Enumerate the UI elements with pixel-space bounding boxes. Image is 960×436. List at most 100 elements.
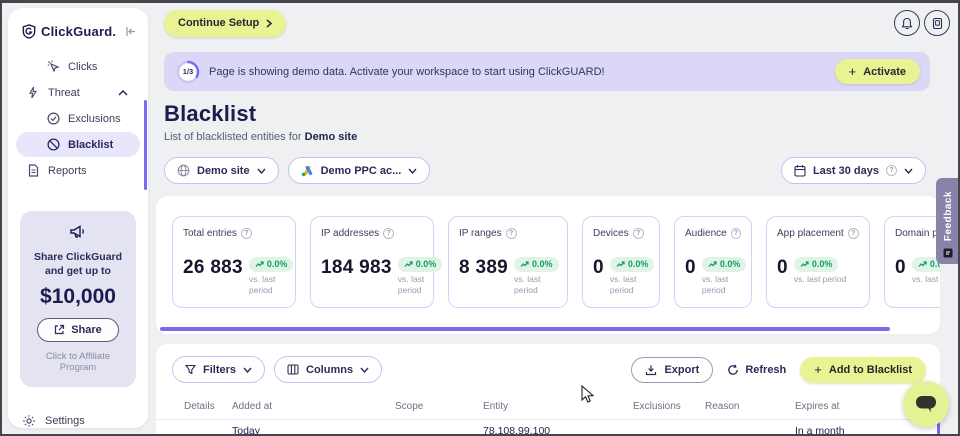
funnel-icon: [185, 364, 196, 375]
stat-vs: vs. last period: [398, 274, 424, 295]
chevron-down-icon: [408, 168, 417, 174]
column-header[interactable]: Reason: [705, 401, 795, 412]
ppc-account-select[interactable]: Demo PPC ac...: [288, 157, 431, 184]
demo-data-banner: 1/3 Page is showing demo data. Activate …: [164, 52, 930, 91]
docs-button[interactable]: [924, 10, 950, 36]
column-header[interactable]: Scope: [395, 401, 483, 412]
help-icon: ?: [886, 165, 897, 176]
promo-amount: $10,000: [28, 285, 128, 309]
feedback-tab[interactable]: Feedback: [936, 178, 960, 264]
feedback-icon: [943, 248, 953, 258]
trend-up-icon: [520, 261, 529, 268]
affiliate-promo-card[interactable]: Share ClickGuard and get up to $10,000 S…: [20, 211, 136, 387]
info-icon: ?: [241, 228, 252, 239]
sidebar-nav: Clicks Threat Exclusions Blacklist: [8, 54, 148, 183]
share-label: Share: [71, 324, 102, 336]
column-header[interactable]: Added at: [232, 401, 395, 412]
export-button[interactable]: Export: [631, 357, 713, 383]
brand-name: ClickGuard.: [41, 24, 119, 39]
date-range-select[interactable]: Last 30 days ?: [781, 157, 926, 184]
blacklist-table-panel: Filters Columns Export Refresh +: [156, 344, 940, 436]
collapse-sidebar-icon[interactable]: [124, 25, 138, 39]
block-icon: [46, 138, 60, 152]
chevron-down-icon: [360, 367, 369, 373]
sidebar-scrollbar[interactable]: [144, 100, 147, 190]
sidebar-item-threat[interactable]: Threat: [16, 80, 140, 105]
column-header[interactable]: Entity: [483, 401, 633, 412]
banner-message: Page is showing demo data. Activate your…: [209, 66, 835, 78]
columns-button[interactable]: Columns: [274, 356, 382, 383]
chevron-down-icon: [904, 168, 913, 174]
activate-button[interactable]: + Activate: [835, 59, 920, 84]
stat-card-total-entries: Total entries? 26 883 0.0%vs. last perio…: [172, 216, 296, 308]
top-bar: Continue Setup: [164, 9, 950, 37]
site-select[interactable]: Demo site: [164, 157, 279, 184]
trend-up-icon: [255, 261, 264, 268]
nav-label: Reports: [48, 165, 87, 177]
trend-badge: 0.0%: [249, 257, 294, 272]
megaphone-icon: [69, 223, 87, 239]
stat-value: 0: [777, 257, 788, 279]
column-header[interactable]: Details: [184, 401, 232, 412]
sidebar-item-blacklist[interactable]: Blacklist: [16, 132, 140, 157]
plus-icon: +: [814, 362, 822, 377]
page-subtitle: List of blacklisted entities for Demo si…: [164, 131, 357, 143]
columns-icon: [287, 364, 299, 375]
filters-label: Filters: [203, 364, 236, 376]
chevron-right-icon: [266, 19, 272, 28]
stat-vs: vs. last period: [249, 274, 275, 295]
info-icon: ?: [731, 228, 741, 239]
refresh-button[interactable]: Refresh: [727, 364, 786, 376]
table-row[interactable]: Today 78.108.99.100 In a month: [156, 419, 940, 436]
stat-value: 26 883: [183, 257, 243, 279]
info-icon: ?: [848, 228, 859, 239]
external-link-icon: [54, 324, 65, 335]
sidebar-item-settings[interactable]: Settings: [8, 409, 148, 433]
ppc-account-value: Demo PPC ac...: [321, 165, 402, 177]
sidebar-item-exclusions[interactable]: Exclusions: [16, 106, 140, 131]
nav-label: Threat: [48, 87, 80, 99]
chevron-down-icon: [243, 367, 252, 373]
stat-value: 8 389: [459, 257, 508, 279]
columns-label: Columns: [306, 364, 353, 376]
chat-widget-button[interactable]: [903, 381, 949, 427]
settings-label: Settings: [45, 415, 85, 427]
trend-badge: 0.0%: [794, 257, 839, 272]
add-to-blacklist-button[interactable]: + Add to Blacklist: [800, 357, 926, 383]
trend-badge: 0.0%: [398, 257, 443, 272]
stat-card-ip-addresses: IP addresses? 184 983 0.0%vs. last perio…: [310, 216, 434, 308]
stat-vs: vs. last period: [610, 274, 636, 295]
sidebar: ClickGuard. Clicks Threat Exclusio: [8, 8, 148, 428]
filters-button[interactable]: Filters: [172, 356, 265, 383]
stat-vs: vs. last period: [794, 274, 846, 284]
check-circle-icon: [46, 112, 60, 126]
info-icon: ?: [633, 228, 644, 239]
promo-caption: Click to Affiliate Program: [28, 351, 128, 373]
nav-label: Clicks: [68, 61, 97, 73]
trend-up-icon: [800, 261, 809, 268]
stat-value: 0: [895, 257, 906, 279]
nav-label: Exclusions: [68, 113, 121, 125]
stat-label: App placement: [777, 228, 844, 239]
column-header[interactable]: Exclusions: [633, 401, 705, 412]
scope-filter-row: Demo site Demo PPC ac... Last 30 days ?: [164, 157, 926, 184]
subtitle-site: Demo site: [305, 131, 358, 143]
trend-badge: 0.0%: [702, 257, 747, 272]
click-cursor-icon: [46, 60, 60, 74]
cards-horizontal-scrollbar[interactable]: [160, 327, 890, 331]
chat-bubble-icon: [915, 395, 937, 413]
stat-vs: vs. last period: [514, 274, 540, 295]
trend-badge: 0.0%: [514, 257, 559, 272]
continue-setup-button[interactable]: Continue Setup: [164, 10, 286, 37]
progress-text: 1/3: [176, 60, 200, 84]
stat-delta: 0.0%: [812, 259, 833, 270]
share-button[interactable]: Share: [37, 318, 119, 342]
stat-delta: 0.0%: [416, 259, 437, 270]
stat-value: 0: [593, 257, 604, 279]
refresh-icon: [727, 364, 739, 376]
sidebar-item-reports[interactable]: Reports: [16, 158, 140, 183]
stat-delta: 0.0%: [267, 259, 288, 270]
stat-card-domain-placement: Domain placement? 0 0.0%vs. last period: [884, 216, 940, 308]
sidebar-item-clicks[interactable]: Clicks: [16, 54, 140, 79]
notifications-button[interactable]: [894, 10, 920, 36]
